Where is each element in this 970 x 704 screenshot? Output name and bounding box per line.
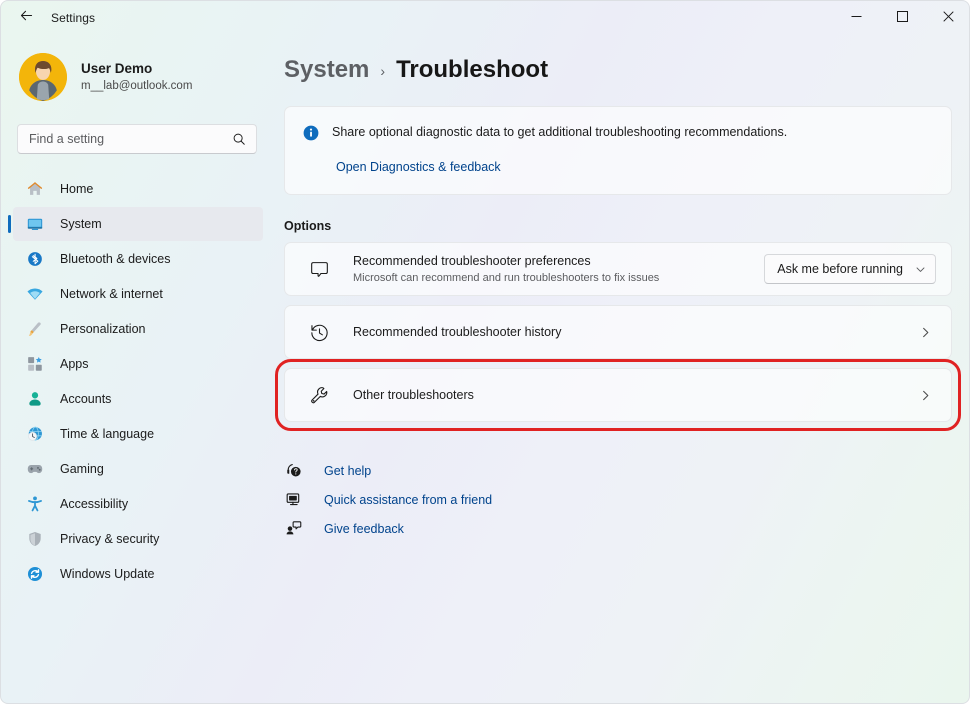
info-icon: [303, 125, 319, 146]
sidebar-item-gaming[interactable]: Gaming: [13, 452, 263, 486]
accessibility-icon: [25, 494, 45, 514]
sidebar-item-label: Personalization: [60, 322, 145, 336]
minimize-icon: [851, 9, 862, 27]
sidebar-item-time-language[interactable]: Time & language: [13, 417, 263, 451]
chat-bubble-icon: [307, 257, 331, 281]
sidebar-item-label: Accessibility: [60, 497, 128, 511]
bluetooth-icon: [25, 249, 45, 269]
sidebar: User Demo m__lab@outlook.com: [1, 34, 273, 704]
paintbrush-icon: [25, 319, 45, 339]
wrench-icon: [307, 383, 331, 407]
link-label: Give feedback: [324, 522, 404, 536]
sidebar-item-label: Time & language: [60, 427, 154, 441]
wifi-icon: [25, 284, 45, 304]
close-button[interactable]: [925, 1, 970, 34]
link-label: Quick assistance from a friend: [324, 493, 492, 507]
card-title: Recommended troubleshooter history: [353, 324, 919, 341]
close-icon: [943, 9, 954, 27]
maximize-button[interactable]: [879, 1, 925, 34]
help-icon: [284, 462, 302, 480]
window-controls: [833, 1, 970, 34]
sidebar-item-network-internet[interactable]: Network & internet: [13, 277, 263, 311]
sidebar-nav: Home System: [1, 172, 273, 591]
card-body: Recommended troubleshooter history: [353, 324, 919, 341]
sidebar-item-label: Bluetooth & devices: [60, 252, 171, 266]
update-icon: [25, 564, 45, 584]
sidebar-item-windows-update[interactable]: Windows Update: [13, 557, 263, 591]
chevron-down-icon: [915, 264, 926, 275]
card-title: Other troubleshooters: [353, 387, 919, 404]
sidebar-item-home[interactable]: Home: [13, 172, 263, 206]
options-section-label: Options: [284, 219, 970, 233]
open-diagnostics-feedback-link[interactable]: Open Diagnostics & feedback: [336, 160, 501, 174]
search-icon: [232, 132, 246, 146]
banner-text: Share optional diagnostic data to get ad…: [332, 124, 787, 141]
sidebar-item-privacy-security[interactable]: Privacy & security: [13, 522, 263, 556]
account-block[interactable]: User Demo m__lab@outlook.com: [19, 49, 273, 105]
card-title: Recommended troubleshooter preferences: [353, 253, 764, 270]
card-body: Recommended troubleshooter preferences M…: [353, 253, 764, 286]
sidebar-item-accessibility[interactable]: Accessibility: [13, 487, 263, 521]
sidebar-item-label: Apps: [60, 357, 89, 371]
back-button[interactable]: [9, 2, 43, 34]
card-recommended-troubleshooter-preferences: Recommended troubleshooter preferences M…: [284, 242, 952, 296]
maximize-icon: [897, 9, 908, 27]
sidebar-item-accounts[interactable]: Accounts: [13, 382, 263, 416]
clock-globe-icon: [25, 424, 45, 444]
window-title: Settings: [51, 11, 95, 25]
shield-icon: [25, 529, 45, 549]
sidebar-item-label: Accounts: [60, 392, 111, 406]
main-content: System › Troubleshoot Share optional dia…: [273, 34, 970, 704]
sidebar-item-bluetooth-devices[interactable]: Bluetooth & devices: [13, 242, 263, 276]
gamepad-icon: [25, 459, 45, 479]
sidebar-item-personalization[interactable]: Personalization: [13, 312, 263, 346]
monitor-icon: [25, 214, 45, 234]
title-bar: Settings: [1, 1, 970, 34]
history-icon: [307, 320, 331, 344]
sidebar-item-system[interactable]: System: [13, 207, 263, 241]
diagnostics-banner: Share optional diagnostic data to get ad…: [284, 106, 952, 195]
give-feedback-link[interactable]: Give feedback: [284, 514, 410, 543]
sidebar-item-label: Network & internet: [60, 287, 163, 301]
minimize-button[interactable]: [833, 1, 879, 34]
person-icon: [25, 389, 45, 409]
breadcrumb-parent[interactable]: System: [284, 56, 369, 84]
avatar: [19, 53, 67, 101]
search-box[interactable]: [17, 124, 257, 154]
search-input[interactable]: [18, 132, 232, 146]
apps-icon: [25, 354, 45, 374]
feedback-icon: [284, 520, 302, 538]
card-recommended-troubleshooter-history[interactable]: Recommended troubleshooter history: [284, 305, 952, 359]
sidebar-item-apps[interactable]: Apps: [13, 347, 263, 381]
card-body: Other troubleshooters: [353, 387, 919, 404]
back-arrow-icon: [19, 8, 34, 28]
sidebar-item-label: Privacy & security: [60, 532, 159, 546]
help-links: Get help Quick assistance from a friend: [284, 456, 970, 543]
sidebar-item-label: System: [60, 217, 102, 231]
account-email: m__lab@outlook.com: [81, 78, 192, 94]
page-title: Troubleshoot: [396, 56, 548, 84]
account-name: User Demo: [81, 60, 192, 77]
breadcrumb-separator-icon: ›: [380, 63, 385, 79]
sidebar-item-label: Home: [60, 182, 93, 196]
remote-assist-icon: [284, 491, 302, 509]
quick-assistance-link[interactable]: Quick assistance from a friend: [284, 485, 498, 514]
chevron-right-icon: [919, 389, 932, 402]
home-icon: [25, 179, 45, 199]
sidebar-item-label: Gaming: [60, 462, 104, 476]
card-other-troubleshooters[interactable]: Other troubleshooters: [284, 368, 952, 422]
dropdown-value: Ask me before running: [777, 262, 903, 276]
account-text: User Demo m__lab@outlook.com: [81, 60, 192, 94]
settings-window: Settings: [0, 0, 970, 704]
card-subtitle: Microsoft can recommend and run troubles…: [353, 271, 764, 286]
link-label: Get help: [324, 464, 371, 478]
recommended-troubleshooter-preferences-dropdown[interactable]: Ask me before running: [764, 254, 936, 284]
get-help-link[interactable]: Get help: [284, 456, 377, 485]
breadcrumb: System › Troubleshoot: [284, 53, 970, 87]
chevron-right-icon: [919, 326, 932, 339]
sidebar-item-label: Windows Update: [60, 567, 155, 581]
